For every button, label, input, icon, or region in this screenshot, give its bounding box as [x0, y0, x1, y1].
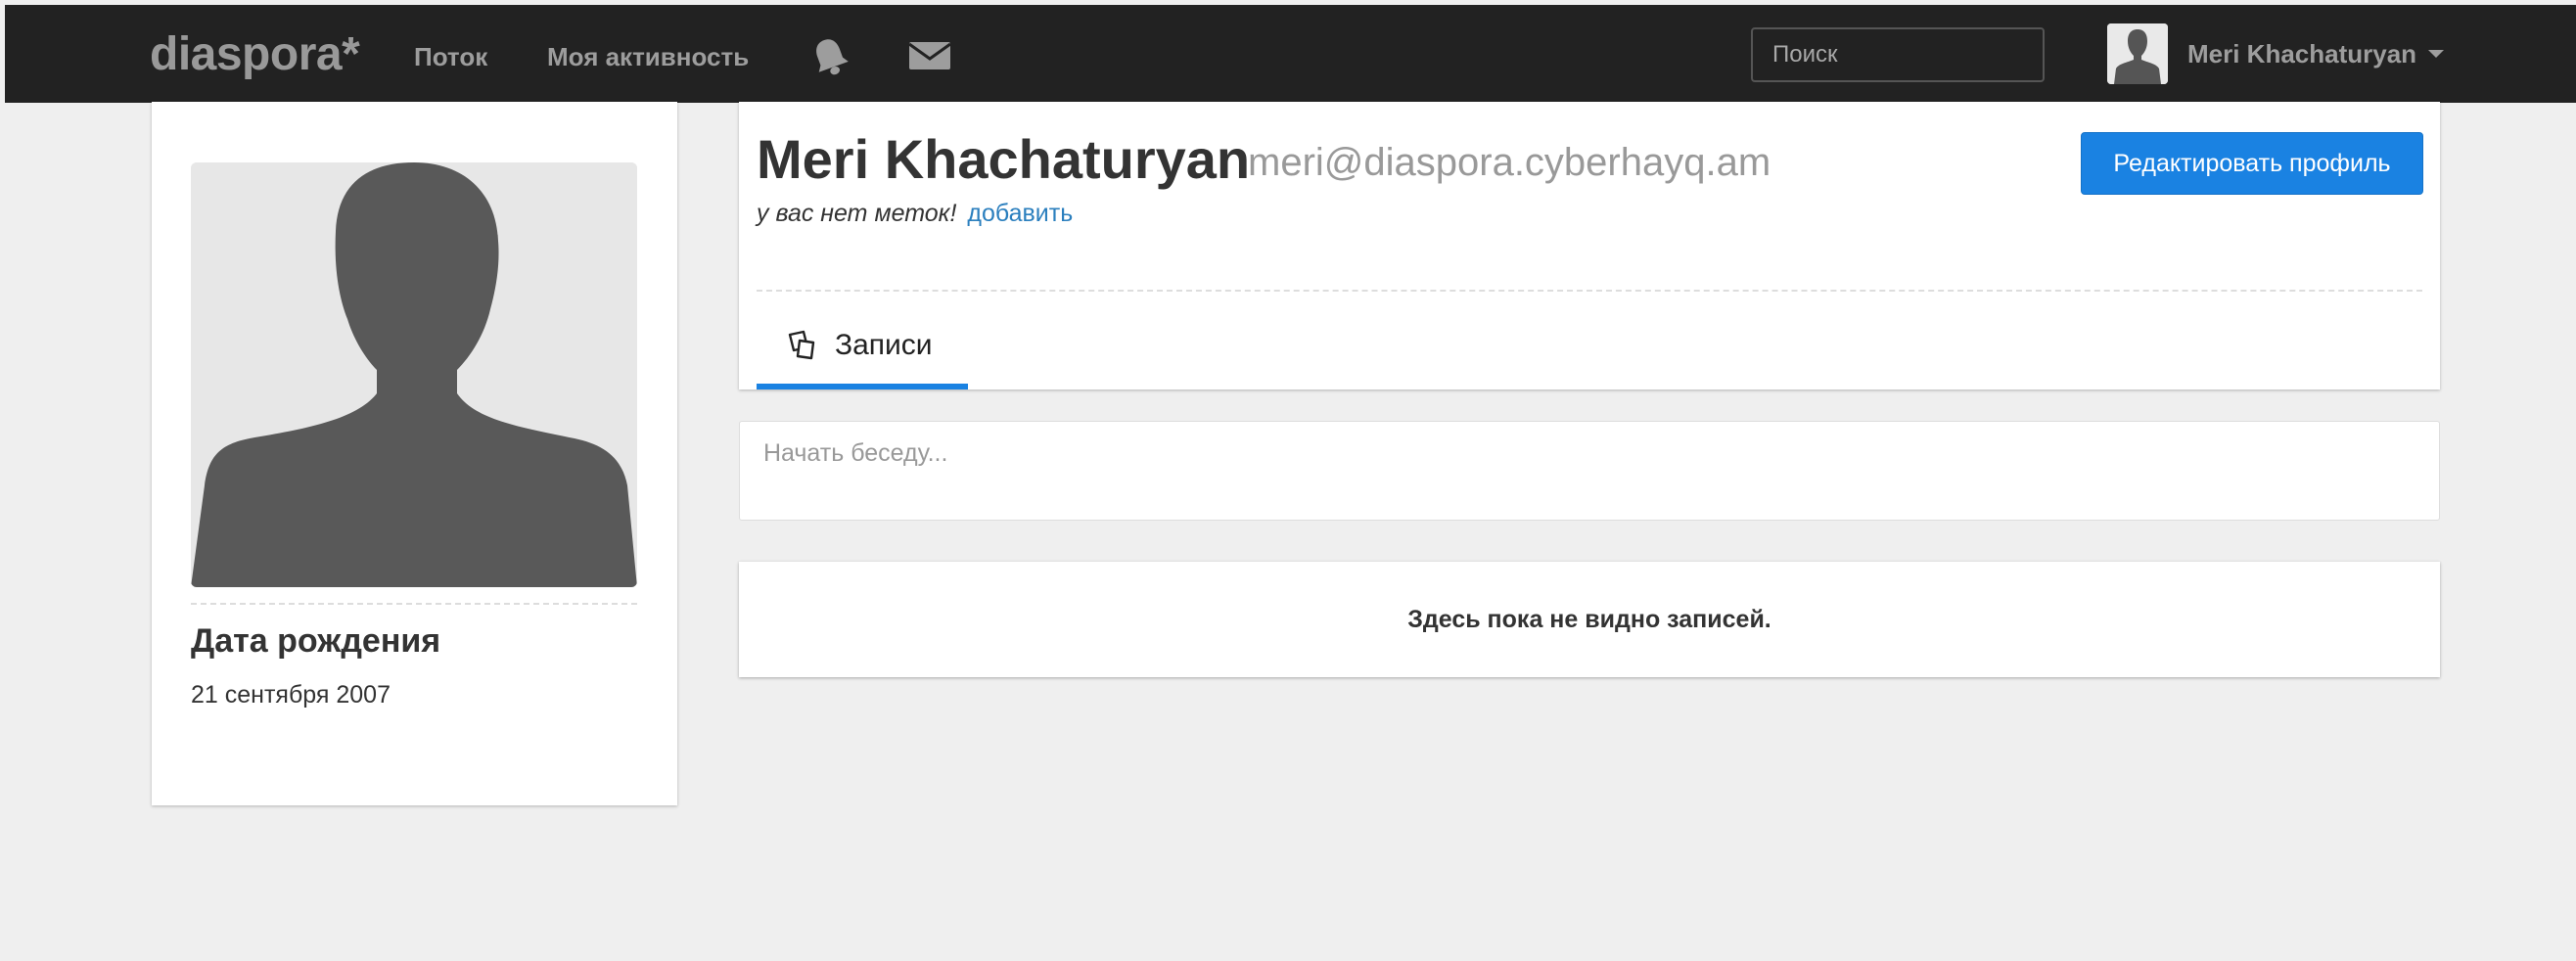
notifications-bell-icon[interactable]	[807, 34, 852, 79]
profile-header: Meri Khachaturyan meri@diaspora.cyberhay…	[739, 102, 2440, 389]
chevron-down-icon	[2428, 50, 2445, 58]
sidebar-divider	[191, 603, 637, 605]
tab-posts-label: Записи	[835, 329, 933, 361]
no-tags-text: у вас нет меток!	[757, 200, 957, 227]
birthday-title: Дата рождения	[191, 622, 441, 660]
profile-photo	[191, 162, 637, 587]
profile-tags-line: у вас нет меток! добавить	[757, 200, 1073, 228]
stream-empty-state: Здесь пока не видно записей.	[739, 562, 2440, 677]
default-avatar-icon	[191, 162, 637, 587]
profile-name: Meri Khachaturyan	[757, 128, 1251, 190]
header-divider	[757, 290, 2422, 292]
user-avatar-icon	[2107, 23, 2168, 84]
brand-logo[interactable]: diaspora*	[150, 27, 360, 81]
user-menu-dropdown[interactable]: Meri Khachaturyan	[2107, 23, 2445, 85]
profile-sidebar: Дата рождения 21 сентября 2007	[152, 102, 677, 805]
nav-link-stream[interactable]: Поток	[414, 42, 487, 72]
profile-handle: meri@diaspora.cyberhayq.am	[1248, 141, 1771, 184]
user-name: Meri Khachaturyan	[2187, 38, 2417, 69]
empty-stream-message: Здесь пока не видно записей.	[1407, 605, 1771, 633]
publisher-input[interactable]: Начать беседу...	[739, 421, 2440, 521]
conversations-mail-icon[interactable]	[907, 38, 952, 83]
add-tags-link[interactable]: добавить	[967, 200, 1073, 227]
search-input[interactable]	[1751, 27, 2045, 82]
top-navbar: diaspora* Поток Моя активность Meri Khac…	[5, 5, 2576, 103]
publisher-placeholder: Начать беседу...	[763, 439, 948, 467]
nav-link-my-activity[interactable]: Моя активность	[547, 42, 749, 72]
edit-profile-button[interactable]: Редактировать профиль	[2081, 132, 2423, 195]
birthday-value: 21 сентября 2007	[191, 681, 391, 709]
posts-icon	[788, 330, 815, 360]
tab-posts[interactable]: Записи	[757, 307, 968, 389]
